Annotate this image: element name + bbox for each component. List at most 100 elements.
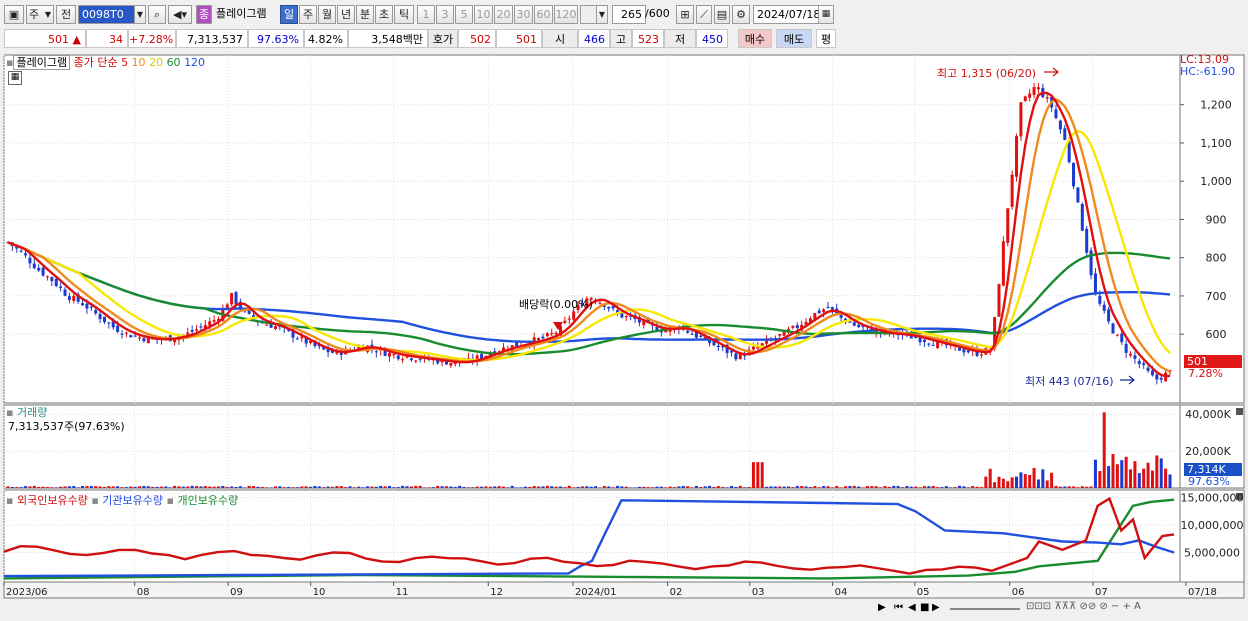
ma-prefix: 종가 단순 (73, 56, 118, 69)
period-second[interactable]: 초 (375, 5, 393, 24)
scroll-start-icon[interactable]: ⏮ (894, 602, 903, 613)
candle-body (225, 304, 229, 308)
interval-120[interactable]: 120 (554, 5, 578, 24)
holdings-legend: ▪ 외국인보유수량 ▪ 기관보유수량 ▪ 개인보유수량 (6, 492, 238, 508)
volume-bar (107, 486, 111, 488)
calendar-icon[interactable]: ▦ (818, 5, 834, 24)
volume-bar (865, 486, 869, 488)
volume-bar (506, 487, 510, 488)
chart-tools-icons[interactable]: ⊡⊡⊡ ⊼⊼⊼ ⊘⊘ ⊘ − + A (1026, 601, 1141, 612)
volume-bar (335, 486, 339, 488)
stock-code-input[interactable]: 0098T0 (78, 5, 136, 24)
interval-5[interactable]: 5 (455, 5, 473, 24)
candle-body (817, 310, 821, 314)
volume-bar (1063, 486, 1067, 488)
volume-bar (370, 486, 374, 488)
volume-bar (975, 486, 979, 488)
zoom-slider[interactable] (950, 608, 1020, 610)
candle-body (931, 344, 935, 346)
stop-icon[interactable]: ■ (920, 602, 929, 613)
volume-bar (765, 486, 769, 488)
interval-dropdown-icon[interactable]: ▼ (596, 5, 608, 24)
volume-bar (344, 487, 348, 488)
prev-button[interactable]: 전 (56, 5, 76, 24)
buy-button[interactable]: 매수 (738, 29, 772, 48)
period-minute[interactable]: 분 (356, 5, 374, 24)
volume-bar (646, 487, 650, 488)
candle-body (1093, 273, 1097, 295)
candle-body (751, 346, 755, 350)
volume-bar (1168, 474, 1172, 488)
candle-body (401, 359, 405, 361)
period-day[interactable]: 일 (280, 5, 298, 24)
candle-body (607, 306, 611, 309)
code-dropdown-icon[interactable]: ▼ (134, 5, 146, 24)
volume-bar (15, 487, 19, 488)
volume-bar (24, 486, 28, 488)
interval-60[interactable]: 60 (534, 5, 553, 24)
period-tick[interactable]: 틱 (394, 5, 414, 24)
interval-3[interactable]: 3 (436, 5, 454, 24)
period-year[interactable]: 년 (337, 5, 355, 24)
volume-bar (352, 487, 356, 488)
volume-bar (19, 487, 23, 488)
period-month[interactable]: 월 (318, 5, 336, 24)
candle-body (190, 330, 194, 332)
candle-body (620, 313, 624, 318)
volume-bar (712, 486, 716, 488)
market-label: 주 (29, 8, 40, 21)
speaker-icon[interactable]: ◀▾ (168, 5, 192, 24)
candle-body (195, 329, 199, 331)
candle-body (1137, 360, 1141, 364)
scroll-next-icon[interactable]: ▶ (932, 602, 940, 613)
hoga-label: 호가 (428, 29, 458, 48)
period-week[interactable]: 주 (299, 5, 317, 24)
date-input[interactable]: 2024/07/18 (753, 5, 820, 24)
interval-10[interactable]: 10 (474, 5, 493, 24)
candle-body (1058, 120, 1062, 130)
volume-bar (554, 486, 558, 488)
candle-body (387, 352, 391, 357)
scroll-right-icon[interactable]: ▶ (878, 602, 886, 613)
volume-bar (839, 487, 843, 488)
grid-table-icon[interactable]: ▦ (8, 71, 22, 85)
volume-bar (690, 487, 694, 488)
hc-value: HC:-61.90 (1180, 65, 1236, 78)
volume-bar (699, 487, 703, 488)
volume-bar (159, 486, 163, 488)
search-icon[interactable]: ⌕ (148, 5, 166, 24)
volume-bar (493, 486, 497, 488)
count-input[interactable]: 265 (612, 5, 646, 24)
interval-1[interactable]: 1 (417, 5, 435, 24)
sell-button[interactable]: 매도 (776, 29, 812, 48)
volume-bar (387, 485, 391, 488)
candle-type-icon[interactable]: ⊞ (676, 5, 694, 24)
candle-body (1080, 203, 1084, 231)
volume-bar (537, 486, 541, 488)
volume-bar (458, 485, 462, 488)
interval-20[interactable]: 20 (494, 5, 513, 24)
volume-bar (116, 486, 120, 488)
volume-bar (808, 486, 812, 488)
volume-bar (979, 487, 983, 488)
volume-bar (703, 486, 707, 488)
market-select[interactable]: 주 ▼ (26, 5, 54, 24)
volume-bar (221, 485, 225, 488)
volume-bar (523, 486, 527, 488)
interval-30[interactable]: 30 (514, 5, 533, 24)
even-button[interactable]: 평 (816, 29, 836, 48)
volume-bar (111, 486, 115, 488)
volume-bar (1023, 474, 1027, 488)
volume-bar (409, 486, 413, 488)
candle-body (1133, 355, 1137, 359)
gear-icon[interactable]: ⚙ (732, 5, 750, 24)
candle-body (81, 303, 85, 306)
scroll-prev-icon[interactable]: ◀ (908, 602, 916, 613)
window-icon[interactable]: ▣ (4, 5, 24, 24)
save-icon[interactable]: ▤ (714, 5, 730, 24)
candle-body (85, 303, 89, 309)
candle-body (186, 332, 190, 335)
volume-bar (1102, 412, 1106, 488)
volume-bar (322, 487, 326, 488)
trend-tool-icon[interactable]: ⟋ (696, 5, 712, 24)
